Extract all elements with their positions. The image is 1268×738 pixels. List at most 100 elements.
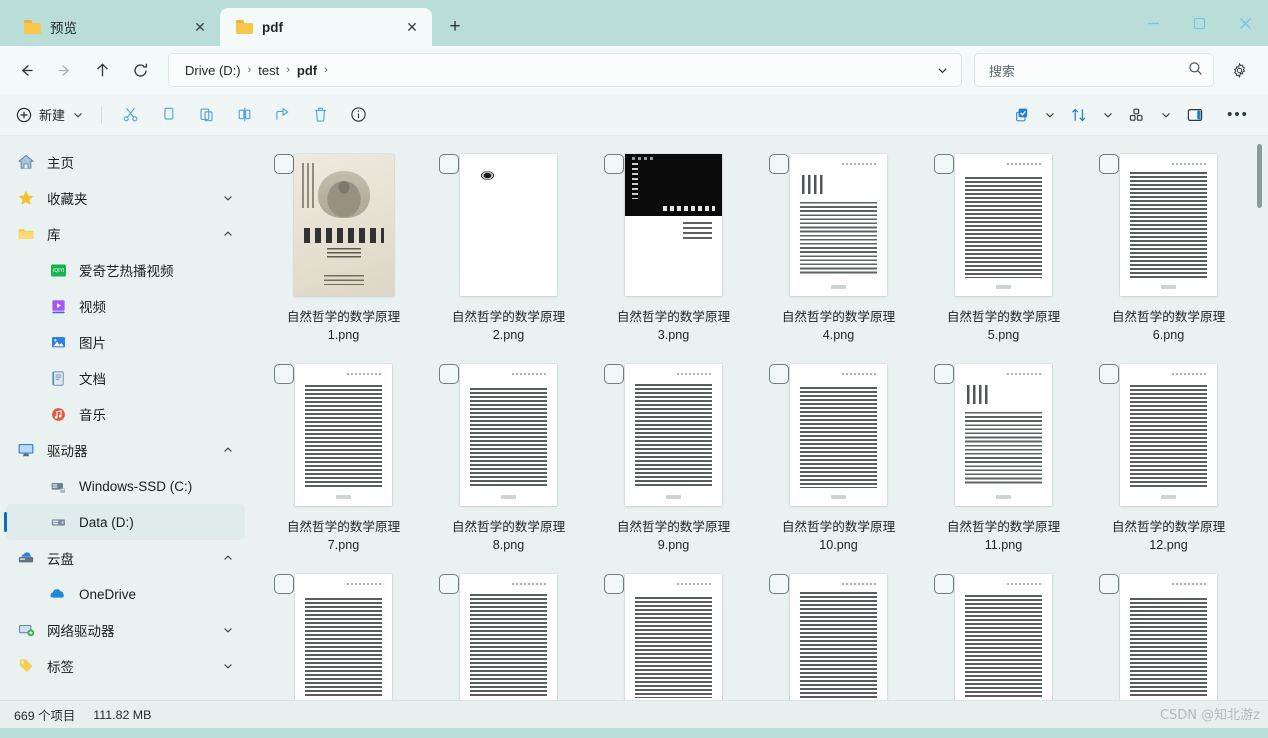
chevron-up-icon[interactable] [217, 552, 239, 564]
refresh-button[interactable] [122, 53, 158, 87]
delete-button[interactable] [301, 99, 339, 131]
minimize-button[interactable] [1130, 0, 1176, 46]
file-item[interactable] [591, 566, 756, 700]
file-checkbox[interactable] [1099, 364, 1119, 384]
scrollbar-thumb[interactable] [1257, 144, 1262, 208]
file-item[interactable]: 自然哲学的数学原理 7.png [261, 356, 426, 566]
file-checkbox[interactable] [934, 154, 954, 174]
chevron-down-icon[interactable] [217, 192, 239, 204]
sidebar-item-cloud-drive[interactable]: 云盘 [6, 540, 245, 576]
file-checkbox[interactable] [769, 364, 789, 384]
view-grid-icon[interactable] [1118, 99, 1156, 131]
chevron-down-icon[interactable] [1156, 109, 1176, 121]
file-checkbox[interactable] [274, 364, 294, 384]
file-item[interactable]: 自然哲学的数学原理 4.png [756, 146, 921, 356]
sidebar-item-onedrive[interactable]: OneDrive [6, 576, 245, 612]
sidebar-item-iqiyi[interactable]: iQIYI 爱奇艺热播视频 [6, 252, 245, 288]
paste-button[interactable] [187, 99, 225, 131]
file-item[interactable]: 自然哲学的数学原理 8.png [426, 356, 591, 566]
sidebar-item-music[interactable]: 音乐 [6, 396, 245, 432]
details-pane-button[interactable] [1176, 99, 1214, 131]
back-button[interactable] [8, 53, 44, 87]
new-tab-button[interactable]: + [438, 10, 472, 44]
up-button[interactable] [84, 53, 120, 87]
select-group [1002, 99, 1060, 131]
tab-close-icon[interactable]: ✕ [188, 15, 212, 39]
file-checkbox[interactable] [439, 154, 459, 174]
file-item[interactable] [426, 566, 591, 700]
breadcrumb-bar[interactable]: Drive (D:) › test › pdf › [168, 53, 962, 87]
sidebar-item-favorites[interactable]: 收藏夹 [6, 180, 245, 216]
search-input[interactable]: 搜索 [974, 53, 1214, 87]
chevron-down-icon[interactable] [72, 109, 84, 121]
close-button[interactable] [1222, 0, 1268, 46]
maximize-button[interactable] [1176, 0, 1222, 46]
sidebar-item-drives[interactable]: 驱动器 [6, 432, 245, 468]
file-item[interactable]: 自然哲学的数学原理 1.png [261, 146, 426, 356]
copy-button[interactable] [149, 99, 187, 131]
tab-close-icon[interactable]: ✕ [400, 15, 424, 39]
breadcrumb-item-test[interactable]: test [254, 61, 283, 80]
search-icon[interactable] [1188, 61, 1203, 79]
sidebar-item-data-d[interactable]: Data (D:) [6, 504, 245, 540]
file-item[interactable]: 自然哲学的数学原理 9.png [591, 356, 756, 566]
sidebar-item-library[interactable]: 库 [6, 216, 245, 252]
sidebar-item-documents[interactable]: 文档 [6, 360, 245, 396]
file-item[interactable]: 自然哲学的数学原理 5.png [921, 146, 1086, 356]
file-checkbox[interactable] [274, 154, 294, 174]
file-checkbox[interactable] [439, 574, 459, 594]
file-checkbox[interactable] [604, 364, 624, 384]
file-checkbox[interactable] [934, 574, 954, 594]
cut-button[interactable] [111, 99, 149, 131]
properties-button[interactable] [339, 99, 377, 131]
chevron-up-icon[interactable] [217, 228, 239, 240]
file-item[interactable]: 自然哲学的数学原理 10.png [756, 356, 921, 566]
file-item[interactable] [261, 566, 426, 700]
chevron-down-icon[interactable] [217, 660, 239, 672]
rename-button[interactable] [225, 99, 263, 131]
sidebar-item-tags[interactable]: 标签 [6, 648, 245, 684]
file-checkbox[interactable] [1099, 154, 1119, 174]
file-checkbox[interactable] [439, 364, 459, 384]
chevron-down-icon[interactable] [1098, 109, 1118, 121]
file-item[interactable] [756, 566, 921, 700]
new-button[interactable]: 新建 [8, 100, 92, 130]
file-checkbox[interactable] [934, 364, 954, 384]
file-checkbox[interactable] [274, 574, 294, 594]
file-checkbox[interactable] [1099, 574, 1119, 594]
sidebar-item-home[interactable]: 主页 [6, 144, 245, 180]
share-button[interactable] [263, 99, 301, 131]
tab-preview[interactable]: 预览 ✕ [8, 8, 220, 46]
file-item[interactable]: 自然哲学的数学原理 11.png [921, 356, 1086, 566]
file-item[interactable]: 自然哲学的数学原理 3.png [591, 146, 756, 356]
settings-button[interactable] [1222, 53, 1256, 87]
file-item[interactable] [921, 566, 1086, 700]
sort-icon[interactable] [1060, 99, 1098, 131]
file-checkbox[interactable] [769, 574, 789, 594]
file-item[interactable]: 自然哲学的数学原理 6.png [1086, 146, 1251, 356]
chevron-down-icon[interactable] [1040, 109, 1060, 121]
file-item[interactable]: 自然哲学的数学原理 12.png [1086, 356, 1251, 566]
sidebar-item-videos[interactable]: 视频 [6, 288, 245, 324]
breadcrumb-item-drive[interactable]: Drive (D:) [181, 61, 245, 80]
navigation-pane[interactable]: 主页 收藏夹 库 [0, 136, 253, 700]
file-list-pane[interactable]: 自然哲学的数学原理 1.png自然哲学的数学原理 2.png自然哲学的数学原理 … [253, 136, 1268, 700]
tab-pdf[interactable]: pdf ✕ [220, 8, 432, 46]
chevron-down-icon[interactable] [927, 56, 957, 84]
sidebar-item-network-drives[interactable]: 网络驱动器 [6, 612, 245, 648]
file-item[interactable] [1086, 566, 1251, 700]
file-checkbox[interactable] [604, 574, 624, 594]
breadcrumb-item-pdf[interactable]: pdf [293, 61, 321, 80]
sidebar-item-pictures[interactable]: 图片 [6, 324, 245, 360]
file-checkbox[interactable] [604, 154, 624, 174]
chevron-up-icon[interactable] [217, 444, 239, 456]
checkbox-select-icon[interactable] [1002, 99, 1040, 131]
more-options-button[interactable]: ••• [1220, 99, 1256, 131]
breadcrumb-separator: › [245, 64, 255, 76]
file-item[interactable]: 自然哲学的数学原理 2.png [426, 146, 591, 356]
vertical-scrollbar[interactable] [1254, 144, 1265, 696]
chevron-down-icon[interactable] [217, 624, 239, 636]
forward-button[interactable] [46, 53, 82, 87]
sidebar-item-windows-ssd[interactable]: Windows-SSD (C:) [6, 468, 245, 504]
file-checkbox[interactable] [769, 154, 789, 174]
